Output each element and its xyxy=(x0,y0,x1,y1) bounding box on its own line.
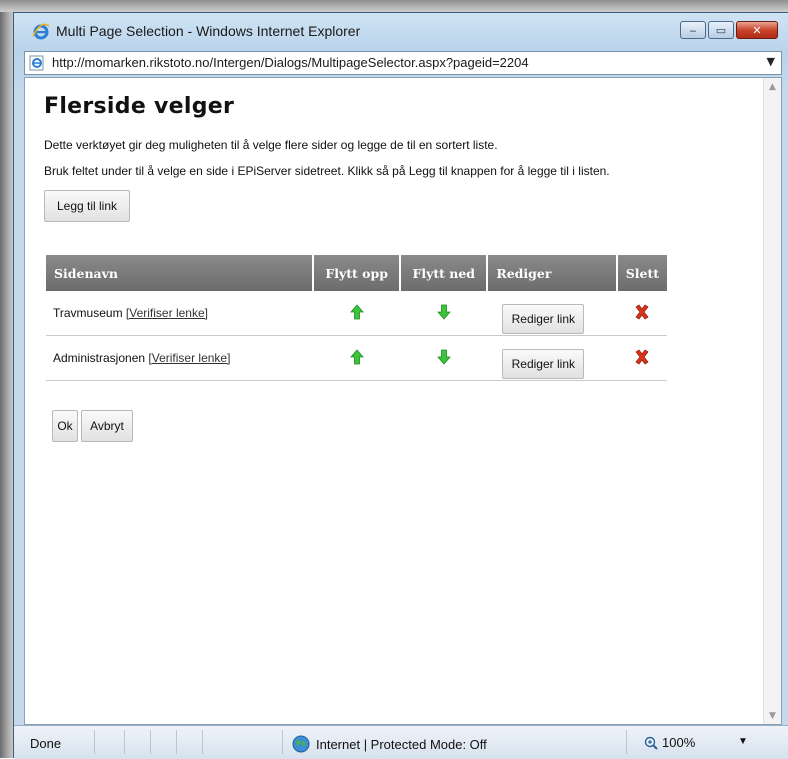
status-divider xyxy=(176,730,177,754)
page-name: Travmuseum xyxy=(53,306,123,320)
dialog-body: Flerside velger Dette verktøyet gir deg … xyxy=(36,78,761,724)
selected-pages-table: Sidenavn Flytt opp Flytt ned Rediger Sle… xyxy=(46,255,667,381)
window-title: Multi Page Selection - Windows Internet … xyxy=(56,23,361,39)
ok-button[interactable]: Ok xyxy=(52,410,78,442)
column-header-sidenavn: Sidenavn xyxy=(46,255,315,291)
address-url[interactable]: http://momarken.rikstoto.no/Intergen/Dia… xyxy=(52,55,529,70)
arrow-up-icon[interactable] xyxy=(349,348,364,365)
security-zone-text: Internet | Protected Mode: Off xyxy=(316,736,487,752)
table-row: Travmuseum [Verifiser lenke] Rediger lin… xyxy=(46,291,667,336)
delete-icon[interactable] xyxy=(634,304,650,320)
edit-cell: Rediger link xyxy=(487,291,617,336)
description-line-1: Dette verktøyet gir deg muligheten til å… xyxy=(44,138,498,152)
column-header-rediger: Rediger xyxy=(487,255,618,291)
status-divider xyxy=(124,730,125,754)
column-header-slett: Slett xyxy=(616,255,667,291)
arrow-down-icon[interactable] xyxy=(436,349,451,365)
move-down-cell xyxy=(400,335,488,381)
status-divider xyxy=(202,730,203,754)
title-bar[interactable]: Multi Page Selection - Windows Internet … xyxy=(14,13,788,47)
address-bar[interactable]: http://momarken.rikstoto.no/Intergen/Dia… xyxy=(24,51,782,75)
security-zone[interactable]: Internet | Protected Mode: Off xyxy=(292,735,487,753)
delete-cell xyxy=(616,335,667,381)
close-button[interactable]: ✕ xyxy=(736,21,778,39)
ie-logo-icon xyxy=(32,23,50,40)
edit-link-button[interactable]: Rediger link xyxy=(502,349,585,379)
minimize-button[interactable]: ‒ xyxy=(680,21,706,39)
status-text: Done xyxy=(30,736,62,751)
page-name-cell: Travmuseum [Verifiser lenke] xyxy=(46,291,314,336)
page-icon xyxy=(29,55,44,71)
page-name-cell: Administrasjonen [Verifiser lenke] xyxy=(46,335,314,381)
scroll-down-icon[interactable]: ▼ xyxy=(764,707,781,724)
edit-link-button[interactable]: Rediger link xyxy=(502,304,585,334)
page-content: Flerside velger Dette verktøyet gir deg … xyxy=(24,77,782,725)
vertical-scrollbar[interactable]: ▲ ▼ xyxy=(763,78,781,724)
move-up-cell xyxy=(313,291,401,336)
status-divider xyxy=(150,730,151,754)
maximize-button[interactable]: ▭ xyxy=(708,21,734,39)
arrow-up-icon[interactable] xyxy=(349,303,364,320)
page-title: Flerside velger xyxy=(44,94,235,119)
move-up-cell xyxy=(313,335,401,381)
zoom-icon xyxy=(644,736,658,750)
desktop-backdrop-top xyxy=(0,0,788,12)
status-divider xyxy=(94,730,95,754)
cancel-button[interactable]: Avbryt xyxy=(81,410,133,442)
move-down-cell xyxy=(400,291,488,336)
zoom-level: 100% xyxy=(662,735,696,750)
zoom-control[interactable]: 100% xyxy=(644,735,695,750)
edit-cell: Rediger link xyxy=(487,335,617,381)
zoom-dropdown-icon[interactable]: ▼ xyxy=(738,736,748,747)
delete-cell xyxy=(616,291,667,336)
arrow-down-icon[interactable] xyxy=(436,304,451,320)
column-header-flytt-ned: Flytt ned xyxy=(400,255,489,291)
globe-icon xyxy=(292,735,310,753)
table-header-row: Sidenavn Flytt opp Flytt ned Rediger Sle… xyxy=(46,255,667,291)
add-link-button[interactable]: Legg til link xyxy=(44,190,130,222)
scroll-up-icon[interactable]: ▲ xyxy=(764,78,781,95)
desktop-backdrop xyxy=(0,0,13,758)
window-controls: ‒ ▭ ✕ xyxy=(678,21,778,39)
status-divider xyxy=(626,730,627,754)
status-bar: Done Internet | Protected Mode: Off 100%… xyxy=(14,725,788,759)
delete-icon[interactable] xyxy=(634,349,650,365)
column-header-flytt-opp: Flytt opp xyxy=(313,255,402,291)
table-row: Administrasjonen [Verifiser lenke] Redig… xyxy=(46,335,667,381)
browser-window: Multi Page Selection - Windows Internet … xyxy=(13,12,788,759)
status-divider xyxy=(282,730,283,754)
verify-link[interactable]: [Verifiser lenke] xyxy=(148,351,230,365)
description-line-2: Bruk feltet under til å velge en side i … xyxy=(44,164,610,178)
verify-link[interactable]: [Verifiser lenke] xyxy=(126,306,208,320)
page-name: Administrasjonen xyxy=(53,351,146,365)
chevron-down-icon[interactable]: ▼ xyxy=(767,55,775,68)
